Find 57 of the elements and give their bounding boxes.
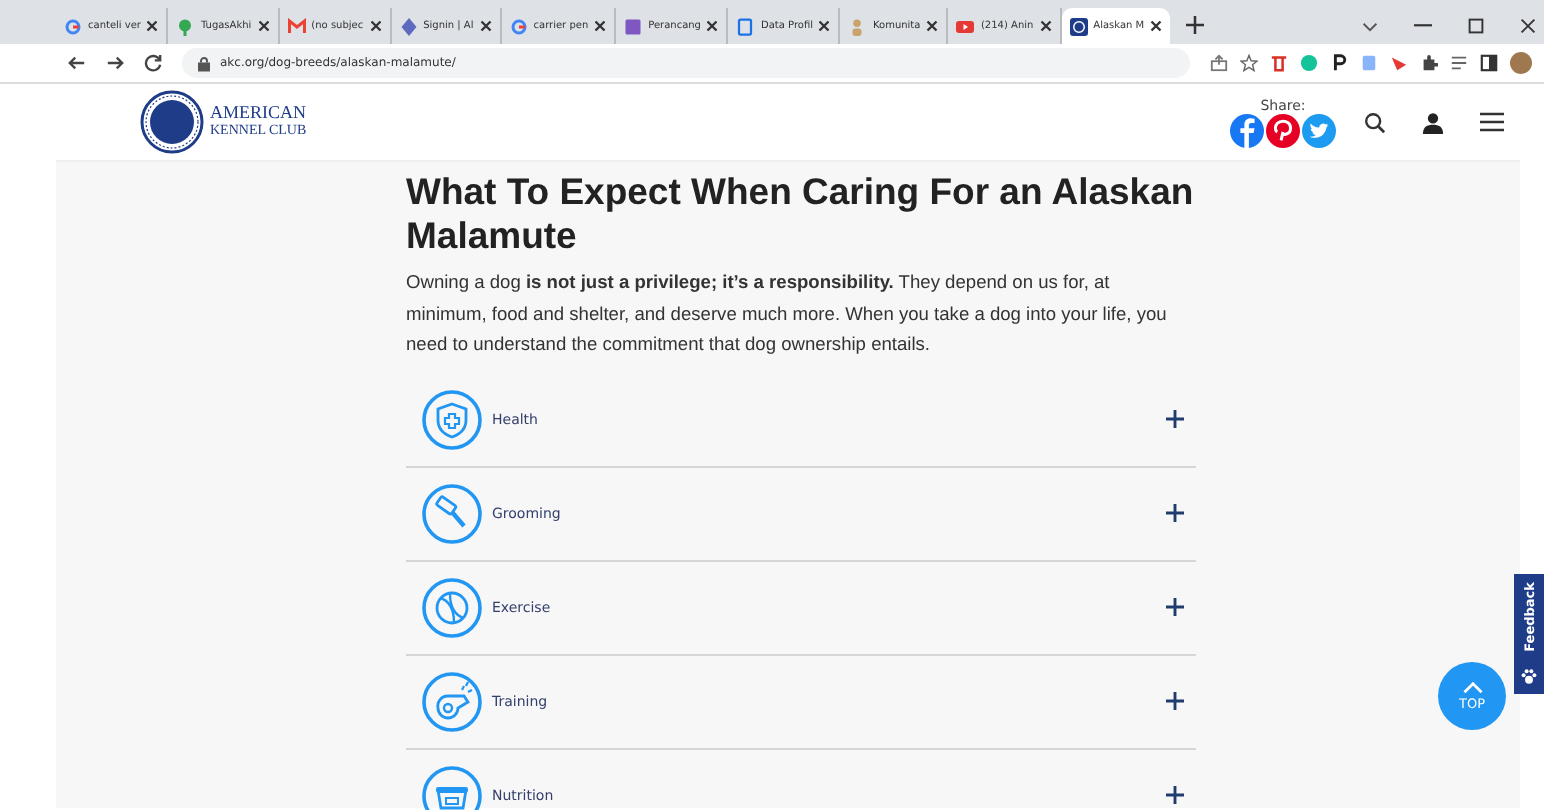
plus-icon[interactable] — [1166, 786, 1184, 804]
close-icon[interactable] — [257, 20, 270, 32]
ball-icon — [422, 577, 482, 637]
shield-icon — [422, 389, 482, 449]
puzzle-icon[interactable] — [1420, 54, 1438, 72]
lock-icon — [198, 55, 210, 71]
share-icon[interactable] — [1210, 54, 1228, 72]
close-icon[interactable] — [369, 20, 382, 32]
paw-icon — [1520, 668, 1538, 686]
close-icon[interactable] — [146, 20, 159, 32]
close-icon[interactable] — [926, 20, 939, 32]
new-tab-icon[interactable] — [1186, 16, 1205, 34]
close-icon[interactable] — [818, 20, 831, 32]
person-icon — [848, 17, 867, 35]
back-icon[interactable] — [68, 54, 86, 72]
search-icon[interactable] — [1364, 111, 1386, 133]
chevron-up-icon — [1461, 681, 1483, 693]
document-icon — [736, 17, 755, 35]
brush-icon — [422, 483, 482, 543]
square-icon — [624, 17, 643, 35]
close-icon[interactable] — [594, 20, 607, 32]
facebook-icon[interactable] — [1230, 113, 1264, 147]
maximize-icon[interactable] — [1468, 18, 1484, 34]
chevron-down-icon[interactable] — [1362, 21, 1378, 31]
intro-paragraph: Owning a dog is not just a privilege; it’s a responsibility. They depend on us for, at minimum, food and shelter, and deserve much more. When you take a dog into your life, you need to understand the commitment that dog ownership entails. — [406, 270, 1169, 358]
minimize-icon[interactable] — [1414, 24, 1432, 28]
star-icon[interactable] — [1240, 54, 1258, 72]
logo-text: AMERICAN — [210, 104, 307, 122]
sidebar-icon[interactable] — [1480, 54, 1498, 72]
pinterest-icon[interactable] — [1266, 113, 1300, 147]
playlist-icon[interactable] — [1450, 54, 1468, 72]
plus-icon[interactable] — [1166, 504, 1184, 522]
logo-icon — [1069, 17, 1088, 35]
menu-icon[interactable] — [1480, 112, 1504, 132]
google-icon — [64, 17, 82, 35]
close-icon[interactable] — [1520, 18, 1536, 34]
plus-icon[interactable] — [1166, 410, 1184, 428]
diamond-icon — [399, 17, 418, 35]
mail-icon — [287, 17, 306, 35]
reload-icon[interactable] — [144, 54, 162, 72]
close-icon[interactable] — [1150, 20, 1163, 32]
close-icon[interactable] — [479, 20, 492, 32]
plus-icon[interactable] — [1166, 692, 1184, 710]
profile-avatar[interactable] — [1510, 52, 1532, 74]
close-icon[interactable] — [1039, 20, 1052, 32]
whistle-icon — [422, 671, 482, 731]
logo-icon[interactable] — [140, 90, 204, 154]
google-icon — [509, 17, 528, 35]
close-icon[interactable] — [706, 20, 719, 32]
plus-icon[interactable] — [1166, 598, 1184, 616]
user-icon[interactable] — [1422, 111, 1444, 133]
video-icon — [956, 17, 975, 35]
pin-icon — [176, 17, 195, 35]
twitter-icon[interactable] — [1302, 113, 1336, 147]
article-title: What To Expect When Caring For an Alaskan Malamute — [406, 168, 1196, 258]
bowl-icon — [422, 765, 482, 810]
forward-icon[interactable] — [106, 54, 124, 72]
